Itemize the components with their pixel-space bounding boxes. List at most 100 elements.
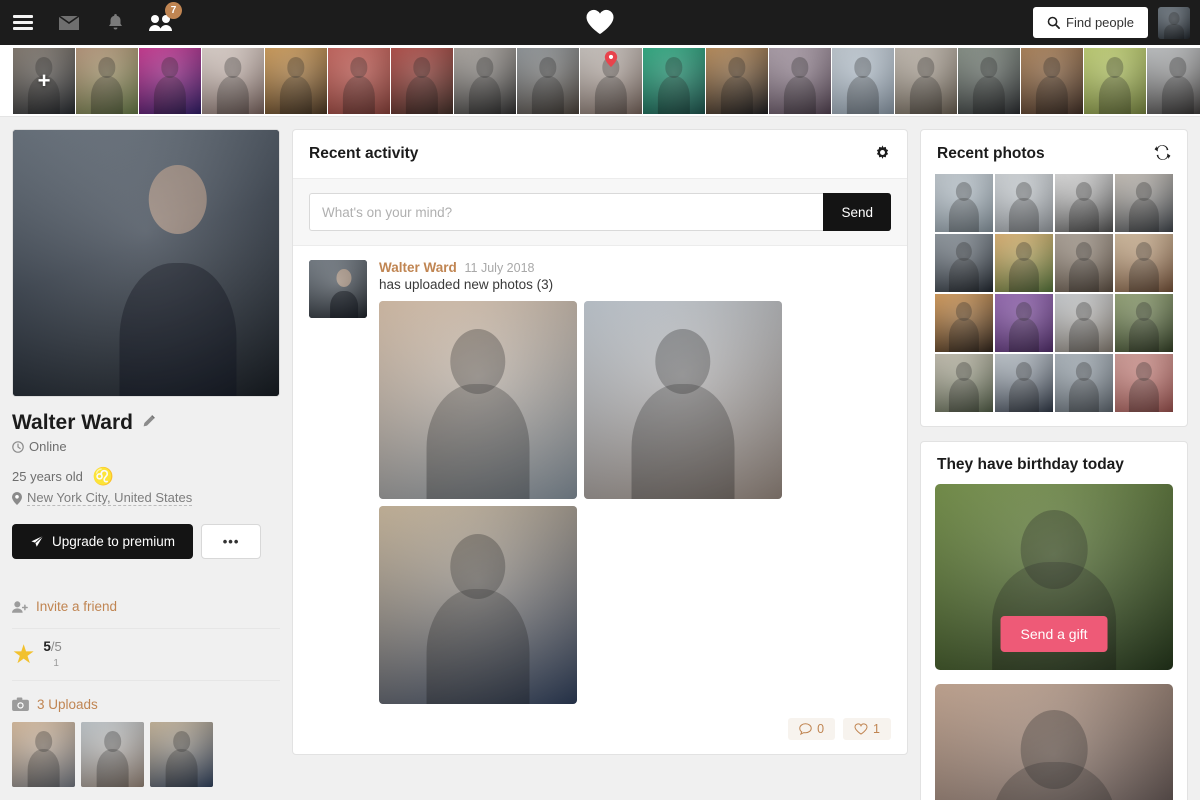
photo-subject-body (216, 75, 250, 114)
navbar-left-icons: 7 (0, 0, 184, 45)
post-photo-2[interactable] (584, 301, 782, 499)
messages-button[interactable] (46, 0, 92, 45)
edit-profile-button[interactable] (141, 414, 156, 432)
strip-photo-10[interactable] (580, 48, 642, 114)
upload-thumb-2[interactable] (81, 721, 144, 787)
search-icon (1047, 16, 1061, 29)
photo-subject-body (426, 384, 530, 499)
birthday-card-2[interactable] (935, 684, 1173, 800)
profile-photo-image (13, 130, 279, 396)
recent-photo-12[interactable] (1115, 294, 1173, 352)
status-input[interactable] (309, 193, 824, 231)
location-pin-icon (604, 51, 618, 67)
activity-settings-button[interactable] (874, 144, 891, 164)
strip-photo-4[interactable] (202, 48, 264, 114)
strip-photo-19[interactable] (1147, 48, 1200, 114)
recent-photo-9[interactable] (935, 294, 993, 352)
more-options-button[interactable]: ••• (201, 524, 262, 559)
strip-photo-3-image (139, 48, 201, 114)
photo-subject-body (594, 75, 628, 114)
recent-photo-7[interactable] (1055, 234, 1113, 292)
strip-photo-12[interactable] (706, 48, 768, 114)
brand-logo-button[interactable] (585, 8, 615, 38)
people-notification-badge: 7 (165, 2, 182, 19)
recent-photo-5[interactable] (935, 234, 993, 292)
strip-photo-6[interactable] (328, 48, 390, 114)
recent-photo-6[interactable] (995, 234, 1053, 292)
recent-photo-14[interactable] (995, 354, 1053, 412)
recent-photo-15[interactable] (1055, 354, 1113, 412)
profile-photo[interactable] (12, 129, 280, 397)
recent-photo-2-image (995, 174, 1053, 232)
recent-photo-2[interactable] (995, 174, 1053, 232)
recent-photo-1[interactable] (935, 174, 993, 232)
uploads-link[interactable]: 3 Uploads (12, 697, 280, 712)
strip-photo-7[interactable] (391, 48, 453, 114)
add-photo-tile[interactable]: + (13, 48, 75, 114)
people-button[interactable]: 7 (138, 0, 184, 45)
post-photo-1[interactable] (379, 301, 577, 499)
user-photo-strip[interactable]: + (0, 45, 1200, 117)
recent-photo-4[interactable] (1115, 174, 1173, 232)
recent-photo-16[interactable] (1115, 354, 1173, 412)
rating-main: 5/5 (43, 639, 61, 654)
strip-photo-4-image (202, 48, 264, 114)
birthday-title: They have birthday today (937, 456, 1124, 473)
recent-photo-13[interactable] (935, 354, 993, 412)
strip-photo-11[interactable] (643, 48, 705, 114)
post-author-name[interactable]: Walter Ward (379, 260, 457, 275)
strip-photo-18-image (1084, 48, 1146, 114)
recent-photo-11[interactable] (1055, 294, 1113, 352)
location-label[interactable]: New York City, United States (27, 490, 193, 506)
strip-photo-9-image (517, 48, 579, 114)
photo-subject-body (279, 75, 313, 114)
photo-subject (450, 328, 506, 395)
strip-photo-14[interactable] (832, 48, 894, 114)
photo-subject (917, 57, 935, 78)
birthday-card-1[interactable]: Send a gift (935, 484, 1173, 670)
refresh-icon (1154, 145, 1171, 160)
strip-photo-18[interactable] (1084, 48, 1146, 114)
send-a-gift-button[interactable]: Send a gift (1000, 616, 1108, 652)
post-photo-3[interactable] (379, 506, 577, 704)
photo-subject-body (992, 762, 1116, 800)
strip-photo-8[interactable] (454, 48, 516, 114)
strip-photo-16[interactable] (958, 48, 1020, 114)
invite-a-friend-link[interactable]: Invite a friend (12, 599, 280, 614)
recent-photo-15-image (1055, 354, 1113, 412)
photo-subject-body (1008, 378, 1040, 412)
strip-photo-15-image (895, 48, 957, 114)
strip-photo-13[interactable] (769, 48, 831, 114)
upload-thumb-3[interactable] (150, 721, 213, 787)
find-people-button[interactable]: Find people (1033, 7, 1148, 38)
strip-photo-5[interactable] (265, 48, 327, 114)
upload-thumb-1[interactable] (12, 721, 75, 787)
photo-subject-body (948, 258, 980, 292)
recent-photo-8[interactable] (1115, 234, 1173, 292)
photo-subject-body (846, 75, 880, 114)
notifications-button[interactable] (92, 0, 138, 45)
strip-photo-15[interactable] (895, 48, 957, 114)
navbar-avatar-image (1158, 6, 1190, 39)
strip-photo-17[interactable] (1021, 48, 1083, 114)
refresh-photos-button[interactable] (1154, 144, 1171, 164)
like-count-button[interactable]: 1 (843, 718, 891, 740)
send-button[interactable]: Send (823, 193, 891, 231)
strip-photo-16-image (958, 48, 1020, 114)
post-author-avatar[interactable] (309, 260, 367, 318)
photo-subject-body (720, 75, 754, 114)
photo-subject-body (27, 749, 60, 787)
photo-subject-body (972, 75, 1006, 114)
photo-subject-body (165, 749, 198, 787)
recent-photo-10[interactable] (995, 294, 1053, 352)
upgrade-to-premium-button[interactable]: Upgrade to premium (12, 524, 194, 559)
hamburger-menu-button[interactable] (0, 0, 46, 45)
strip-photo-9[interactable] (517, 48, 579, 114)
strip-photo-3[interactable] (139, 48, 201, 114)
recent-photo-3[interactable] (1055, 174, 1113, 232)
photo-subject-body (96, 749, 129, 787)
strip-photo-2[interactable] (76, 48, 138, 114)
strip-photo-17-image (1021, 48, 1083, 114)
navbar-avatar[interactable] (1158, 6, 1190, 39)
comment-count-button[interactable]: 0 (788, 718, 836, 740)
